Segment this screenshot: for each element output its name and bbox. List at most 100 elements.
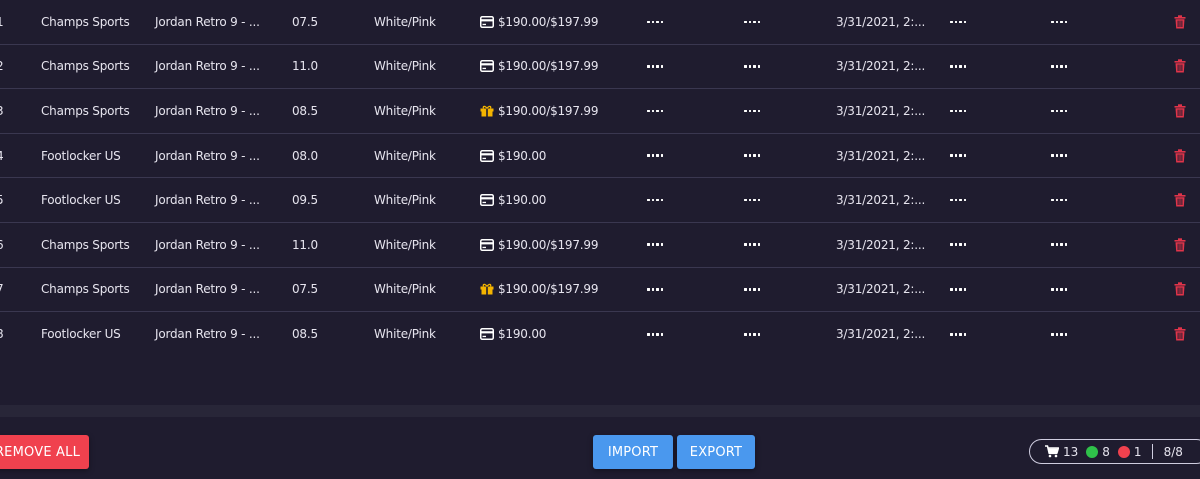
row-index: 7 <box>0 268 4 312</box>
hidden-field-profile[interactable] <box>647 288 664 291</box>
success-count-value: 8 <box>1102 444 1110 459</box>
payment-info: $190.00 <box>480 178 546 222</box>
trash-icon[interactable] <box>1174 148 1186 163</box>
hidden-field-profile[interactable] <box>647 198 664 202</box>
hidden-field-account[interactable] <box>950 154 967 157</box>
timestamp: 3/31/2021, 2:... <box>836 193 926 208</box>
hidden-field-order[interactable] <box>1051 243 1068 247</box>
store-name: Champs Sports <box>41 103 130 118</box>
colorway: White/Pink <box>374 14 436 29</box>
trash-icon[interactable] <box>1174 104 1186 118</box>
hidden-field-profile[interactable] <box>647 65 664 68</box>
row-index: 4 <box>0 134 4 178</box>
hidden-field-profile[interactable] <box>647 243 664 247</box>
scrollbar-track[interactable] <box>0 405 1200 417</box>
timestamp: 3/31/2021, 2:... <box>836 237 926 252</box>
gift-card-icon <box>480 283 494 295</box>
table-row: 2 Champs Sports Jordan Retro 9 - ... 11.0 Wh… <box>0 45 1200 90</box>
row-index: 2 <box>0 45 4 89</box>
payment-info: $190.00/$197.99 <box>480 268 598 312</box>
price: $190.00 <box>498 193 547 208</box>
table-row: 3 Champs Sports Jordan Retro 9 - ... 08.5 Wh… <box>0 89 1200 134</box>
hidden-field-proxy[interactable] <box>744 198 761 202</box>
store-name: Champs Sports <box>41 14 130 29</box>
trash-icon[interactable] <box>1174 327 1186 341</box>
hidden-field-order[interactable] <box>1051 109 1068 113</box>
hidden-field-account[interactable] <box>950 288 967 291</box>
price: $190.00 <box>498 148 547 163</box>
product-name: Jordan Retro 9 - ... <box>155 237 260 252</box>
product-name: Jordan Retro 9 - ... <box>155 103 260 118</box>
product-name: Jordan Retro 9 - ... <box>155 327 260 342</box>
row-index: 5 <box>0 178 4 222</box>
shoe-size: 07.5 <box>292 14 318 29</box>
product-name: Jordan Retro 9 - ... <box>155 193 260 208</box>
hidden-field-account[interactable] <box>950 20 967 24</box>
hidden-field-proxy[interactable] <box>744 333 761 336</box>
shoe-size: 11.0 <box>292 59 318 74</box>
hidden-field-account[interactable] <box>950 243 967 247</box>
product-name: Jordan Retro 9 - ... <box>155 59 260 74</box>
table-row: 1 Champs Sports Jordan Retro 9 - ... 07.5 Wh… <box>0 0 1200 45</box>
failed-dot-icon <box>1117 445 1130 458</box>
cart-count: 13 <box>1045 445 1078 459</box>
colorway: White/Pink <box>374 327 436 342</box>
trash-icon[interactable] <box>1174 238 1186 252</box>
timestamp: 3/31/2021, 2:... <box>836 103 926 118</box>
hidden-field-profile[interactable] <box>647 20 664 24</box>
store-name: Champs Sports <box>41 282 130 297</box>
colorway: White/Pink <box>374 237 436 252</box>
hidden-field-proxy[interactable] <box>744 20 761 24</box>
shoe-size: 08.5 <box>292 327 318 342</box>
trash-icon[interactable] <box>1174 15 1186 29</box>
trash-icon[interactable] <box>1174 193 1186 207</box>
import-button[interactable]: IMPORT <box>593 435 673 469</box>
shoe-size: 11.0 <box>292 237 318 252</box>
hidden-field-order[interactable] <box>1051 198 1068 202</box>
trash-icon[interactable] <box>1174 59 1186 73</box>
store-name: Champs Sports <box>41 59 130 74</box>
credit-card-icon <box>480 194 494 207</box>
hidden-field-account[interactable] <box>950 333 967 336</box>
payment-info: $190.00 <box>480 134 546 178</box>
price: $190.00/$197.99 <box>498 14 599 29</box>
cart-icon <box>1045 445 1059 458</box>
hidden-field-order[interactable] <box>1051 20 1068 24</box>
hidden-field-order[interactable] <box>1051 65 1068 68</box>
status-summary: 13 8 1 8/8 <box>1029 439 1200 464</box>
hidden-field-profile[interactable] <box>647 154 664 157</box>
hidden-field-proxy[interactable] <box>744 154 761 157</box>
hidden-field-order[interactable] <box>1051 154 1068 157</box>
hidden-field-proxy[interactable] <box>744 243 761 247</box>
table-row: 5 Footlocker US Jordan Retro 9 - ... 09.5 Wh… <box>0 178 1200 223</box>
failed-count-value: 1 <box>1133 444 1142 459</box>
hidden-field-order[interactable] <box>1051 288 1068 291</box>
hidden-field-order[interactable] <box>1051 333 1068 336</box>
hidden-field-proxy[interactable] <box>744 109 761 113</box>
gift-card-icon <box>480 105 494 117</box>
colorway: White/Pink <box>374 193 436 208</box>
product-name: Jordan Retro 9 - ... <box>155 282 260 297</box>
export-button[interactable]: EXPORT <box>677 435 755 469</box>
hidden-field-account[interactable] <box>950 198 967 202</box>
hidden-field-proxy[interactable] <box>744 288 761 291</box>
product-name: Jordan Retro 9 - ... <box>155 14 260 29</box>
table-row: 6 Champs Sports Jordan Retro 9 - ... 11.0 Wh… <box>0 223 1200 268</box>
hidden-field-profile[interactable] <box>647 333 664 336</box>
remove-all-button[interactable]: REMOVE ALL <box>0 435 89 469</box>
table-row: 4 Footlocker US Jordan Retro 9 - ... 08.0 Wh… <box>0 134 1200 179</box>
hidden-field-proxy[interactable] <box>744 65 761 68</box>
store-name: Champs Sports <box>41 237 130 252</box>
timestamp: 3/31/2021, 2:... <box>836 14 926 29</box>
row-index: 8 <box>0 312 4 357</box>
store-name: Footlocker US <box>41 193 121 208</box>
hidden-field-account[interactable] <box>950 109 967 113</box>
payment-info: $190.00/$197.99 <box>480 223 598 267</box>
hidden-field-account[interactable] <box>950 65 967 68</box>
store-name: Footlocker US <box>41 148 121 163</box>
price: $190.00/$197.99 <box>498 282 599 297</box>
hidden-field-profile[interactable] <box>647 109 664 113</box>
trash-icon[interactable] <box>1174 282 1186 296</box>
tasks-table: 1 Champs Sports Jordan Retro 9 - ... 07.5 Wh… <box>0 0 1200 357</box>
timestamp: 3/31/2021, 2:... <box>836 148 926 163</box>
